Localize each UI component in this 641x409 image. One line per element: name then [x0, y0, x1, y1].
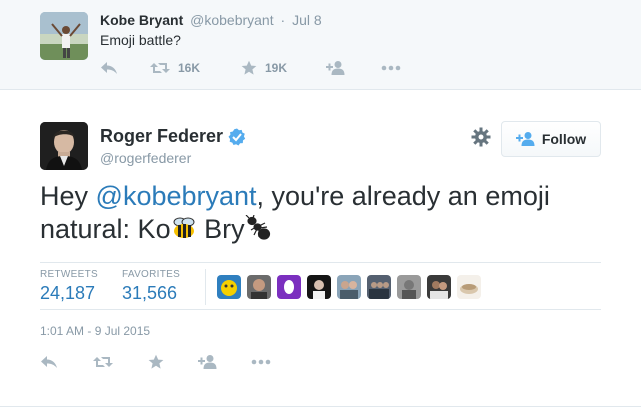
follow-action-button[interactable] [198, 353, 218, 371]
follow-action-button[interactable] [326, 59, 346, 77]
favoriter-avatar[interactable] [277, 275, 301, 299]
ant-emoji-icon [245, 214, 271, 249]
favorites-stat[interactable]: FAVORITES 31,566 [122, 269, 180, 304]
favoriter-avatar[interactable] [337, 275, 361, 299]
reply-icon [41, 356, 57, 368]
retweet-button[interactable] [93, 353, 113, 371]
more-button[interactable] [251, 353, 271, 371]
parent-author-handle[interactable]: @kobebryant [190, 12, 273, 28]
favoriter-avatar[interactable] [247, 275, 271, 299]
parent-tweet-time[interactable]: Jul 8 [292, 12, 322, 28]
follow-icon [198, 355, 217, 369]
favoriter-avatar[interactable] [457, 275, 481, 299]
retweets-value: 24,187 [40, 283, 96, 303]
reply-button[interactable] [40, 353, 58, 371]
favorites-label: FAVORITES [122, 269, 181, 280]
favorite-button[interactable] [148, 353, 164, 371]
parent-author-name[interactable]: Kobe Bryant [100, 12, 183, 28]
favorite-button[interactable]: 19K [241, 59, 287, 77]
favorites-value: 31,566 [122, 283, 178, 303]
kobe-avatar[interactable] [40, 12, 88, 60]
parent-favorite-count: 19K [265, 61, 288, 75]
verified-icon [228, 128, 246, 146]
bee-emoji-icon [171, 215, 197, 249]
follow-button[interactable]: Follow [501, 121, 601, 157]
main-author-name[interactable]: Roger Federer [100, 126, 223, 147]
retweets-stat[interactable]: RETWEETS 24,187 [40, 269, 98, 304]
favoriter-avatar[interactable] [397, 275, 421, 299]
tweet-timestamp[interactable]: 1:01 AM - 9 Jul 2015 [40, 324, 150, 338]
main-tweet-text: Hey @kobebryant, you're already an emoji… [40, 180, 610, 249]
follow-icon [326, 61, 345, 75]
reply-button[interactable] [100, 59, 118, 77]
main-author-handle[interactable]: @rogerfederer [100, 150, 191, 166]
more-icon [251, 359, 271, 365]
parent-tweet-text: Emoji battle? [100, 32, 181, 48]
favoriter-avatar[interactable] [427, 275, 451, 299]
favoriter-avatar[interactable] [307, 275, 331, 299]
reply-icon [101, 62, 117, 74]
favoriter-avatar[interactable] [217, 275, 241, 299]
parent-retweet-count: 16K [178, 61, 201, 75]
mention-link[interactable]: @kobebryant [96, 181, 257, 211]
retweet-button[interactable]: 16K [150, 59, 200, 77]
retweet-icon [93, 357, 113, 367]
tweet-text-prefix: Hey [40, 181, 96, 211]
follow-button-label: Follow [541, 131, 587, 147]
more-icon [381, 65, 401, 71]
federer-avatar[interactable] [40, 122, 88, 170]
star-icon [148, 354, 164, 369]
tweet-text-between: Bry [196, 214, 245, 244]
star-icon [241, 60, 257, 75]
more-button[interactable] [381, 59, 401, 77]
main-author-name-row: Roger Federer [100, 126, 246, 147]
bottom-divider [0, 406, 641, 407]
stats-divider [205, 269, 206, 305]
gear-icon [471, 127, 491, 147]
main-tweet: Roger Federer @rogerfederer Follow Hey @… [0, 90, 641, 409]
settings-button[interactable] [470, 126, 492, 148]
tweet-stats: RETWEETS 24,187 FAVORITES 31,566 [40, 262, 601, 310]
separator-dot: · [280, 12, 286, 28]
retweets-label: RETWEETS [40, 269, 98, 280]
favoriter-avatar[interactable] [367, 275, 391, 299]
retweet-icon [150, 63, 170, 73]
parent-tweet[interactable]: Kobe Bryant @kobebryant · Jul 8 Emoji ba… [0, 0, 641, 90]
parent-tweet-header: Kobe Bryant @kobebryant · Jul 8 [100, 12, 322, 28]
follow-icon [515, 131, 536, 147]
